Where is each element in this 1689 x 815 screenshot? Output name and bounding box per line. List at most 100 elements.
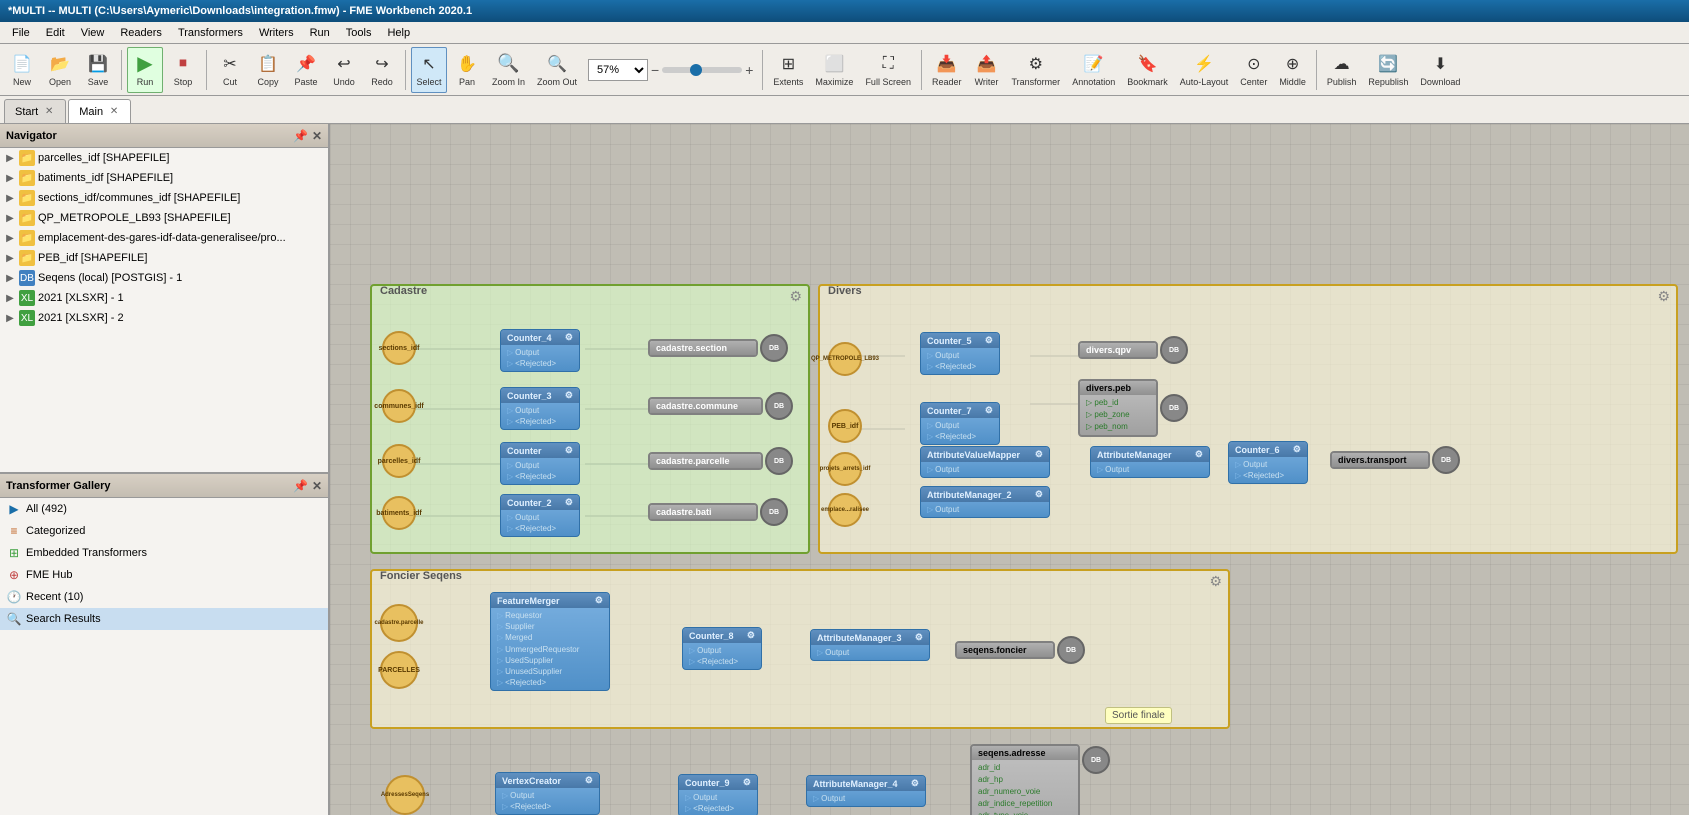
open-button[interactable]: 📂 Open	[42, 47, 78, 93]
publish-button[interactable]: ☁ Publish	[1322, 47, 1362, 93]
navigator-pin-icon[interactable]: 📌	[293, 129, 308, 143]
menu-run[interactable]: Run	[302, 25, 338, 41]
menu-readers[interactable]: Readers	[112, 25, 170, 41]
nav-item-peb[interactable]: ▶ 📁 PEB_idf [SHAPEFILE]	[0, 248, 328, 268]
transformer-counter9[interactable]: Counter_9 ⚙ ▷ Output ▷ <Rejected>	[678, 774, 758, 815]
reader-button[interactable]: 📥 Reader	[927, 47, 967, 93]
transformer-counter5[interactable]: Counter_5 ⚙ ▷ Output ▷ <Rejected>	[920, 332, 1000, 375]
reader-parcelles-idf[interactable]: parcelles_idf	[382, 444, 416, 478]
zoom-plus[interactable]: +	[745, 62, 753, 78]
menu-writers[interactable]: Writers	[251, 25, 302, 41]
pan-button[interactable]: ✋ Pan	[449, 47, 485, 93]
reader-qp-metro[interactable]: QP_METROPOLE_LB93	[828, 342, 862, 376]
auto-layout-button[interactable]: ⚡ Auto-Layout	[1175, 47, 1234, 93]
reader-sections-idf[interactable]: sections_idf	[382, 331, 416, 365]
zoom-slider[interactable]	[662, 67, 742, 73]
zoom-in-button[interactable]: 🔍 Zoom In	[487, 47, 530, 93]
gallery-all[interactable]: ▶ All (492)	[0, 498, 328, 520]
transformer-counter4[interactable]: Counter_4 ⚙ ▷ Output ▷ <Rejected>	[500, 329, 580, 372]
transformer-attr-val-mapper[interactable]: AttributeValueMapper ⚙ ▷ Output	[920, 446, 1050, 478]
transformer-attr-mgr-2[interactable]: AttributeManager_2 ⚙ ▷ Output	[920, 486, 1050, 518]
transformer-counter8[interactable]: Counter_8 ⚙ ▷ Output ▷ <Rejected>	[682, 627, 762, 670]
writer-cadastre-section[interactable]: cadastre.section DB	[648, 334, 788, 362]
nav-item-parcelles[interactable]: ▶ 📁 parcelles_idf [SHAPEFILE]	[0, 148, 328, 168]
stop-button[interactable]: ⏹ Stop	[165, 47, 201, 93]
transformer-counter2[interactable]: Counter_2 ⚙ ▷ Output ▷ <Rejected>	[500, 494, 580, 537]
cut-button[interactable]: ✂ Cut	[212, 47, 248, 93]
new-button[interactable]: 📄 New	[4, 47, 40, 93]
transformer-counter3[interactable]: Counter_3 ⚙ ▷ Output ▷ <Rejected>	[500, 387, 580, 430]
nav-item-seqens[interactable]: ▶ DB Seqens (local) [POSTGIS] - 1	[0, 268, 328, 288]
writer-cadastre-parcelle[interactable]: cadastre.parcelle DB	[648, 447, 793, 475]
select-button[interactable]: ↖ Select	[411, 47, 447, 93]
gallery-search-results[interactable]: 🔍 Search Results	[0, 608, 328, 630]
gallery-close-icon[interactable]: ✕	[312, 479, 322, 493]
nav-item-2021-1[interactable]: ▶ XL 2021 [XLSXR] - 1	[0, 288, 328, 308]
nav-item-batiments[interactable]: ▶ 📁 batiments_idf [SHAPEFILE]	[0, 168, 328, 188]
reader-projets-arrets[interactable]: projets_arrets_idf	[828, 452, 862, 486]
reader-peb-idf[interactable]: PEB_idf	[828, 409, 862, 443]
menu-view[interactable]: View	[73, 25, 113, 41]
transformer-attr-mgr3[interactable]: AttributeManager_3 ⚙ ▷ Output	[810, 629, 930, 661]
nav-item-sections[interactable]: ▶ 📁 sections_idf/communes_idf [SHAPEFILE…	[0, 188, 328, 208]
transformer-attr-mgr4[interactable]: AttributeManager_4 ⚙ ▷ Output	[806, 775, 926, 807]
writer-cadastre-bati[interactable]: cadastre.bati DB	[648, 498, 788, 526]
maximize-button[interactable]: ⬜ Maximize	[810, 47, 858, 93]
writer-seqens-adresse[interactable]: seqens.adresse adr_id adr_hp adr_numero_…	[970, 744, 1110, 815]
menu-tools[interactable]: Tools	[338, 25, 380, 41]
reader-batiments-idf[interactable]: batiments_idf	[382, 496, 416, 530]
copy-button[interactable]: 📋 Copy	[250, 47, 286, 93]
tab-main-close[interactable]: ✕	[108, 106, 120, 118]
menu-help[interactable]: Help	[379, 25, 418, 41]
reader-communes-idf[interactable]: communes_idf	[382, 389, 416, 423]
gallery-embedded[interactable]: ⊞ Embedded Transformers	[0, 542, 328, 564]
fullscreen-button[interactable]: ⛶ Full Screen	[860, 47, 916, 93]
tab-main[interactable]: Main ✕	[68, 99, 131, 123]
gallery-pin-icon[interactable]: 📌	[293, 479, 308, 493]
run-button[interactable]: ▶ Run	[127, 47, 163, 93]
annotation-button[interactable]: 📝 Annotation	[1067, 47, 1120, 93]
writer-seqens-foncier[interactable]: seqens.foncier DB	[955, 636, 1085, 664]
paste-button[interactable]: 📌 Paste	[288, 47, 324, 93]
zoom-select[interactable]: 57% 100% 150%	[588, 59, 648, 81]
bookmark-button[interactable]: 🔖 Bookmark	[1122, 47, 1173, 93]
download-button[interactable]: ⬇ Download	[1415, 47, 1465, 93]
writer-button[interactable]: 📤 Writer	[969, 47, 1005, 93]
navigator-close-icon[interactable]: ✕	[312, 129, 322, 143]
writer-divers-transport[interactable]: divers.transport DB	[1330, 446, 1460, 474]
nav-item-emplacement[interactable]: ▶ 📁 emplacement-des-gares-idf-data-gener…	[0, 228, 328, 248]
transformer-counter6[interactable]: Counter_6 ⚙ ▷ Output ▷ <Rejected>	[1228, 441, 1308, 484]
nav-item-qp[interactable]: ▶ 📁 QP_METROPOLE_LB93 [SHAPEFILE]	[0, 208, 328, 228]
divers-settings-icon[interactable]: ⚙	[1657, 288, 1670, 305]
writer-divers-qpv[interactable]: divers.qpv DB	[1078, 336, 1188, 364]
menu-transformers[interactable]: Transformers	[170, 25, 251, 41]
zoom-minus[interactable]: −	[651, 62, 659, 78]
tab-start[interactable]: Start ✕	[4, 99, 66, 123]
canvas-area[interactable]: Cadastre ⚙ sections_idf communes_idf par…	[330, 124, 1689, 815]
transformer-feature-merger[interactable]: FeatureMerger ⚙ ▷ Requestor ▷ Supplier ▷…	[490, 592, 610, 691]
redo-button[interactable]: ↪ Redo	[364, 47, 400, 93]
transformer-counter[interactable]: Counter ⚙ ▷ Output ▷ <Rejected>	[500, 442, 580, 485]
reader-emplace-ralisee[interactable]: emplace...ralisee	[828, 493, 862, 527]
foncier-settings-icon[interactable]: ⚙	[1209, 573, 1222, 590]
zoom-out-button[interactable]: 🔍 Zoom Out	[532, 47, 582, 93]
menu-file[interactable]: File	[4, 25, 38, 41]
extents-button[interactable]: ⊞ Extents	[768, 47, 808, 93]
writer-cadastre-commune[interactable]: cadastre.commune DB	[648, 392, 793, 420]
undo-button[interactable]: ↩ Undo	[326, 47, 362, 93]
transformer-counter7[interactable]: Counter_7 ⚙ ▷ Output ▷ <Rejected>	[920, 402, 1000, 445]
gallery-recent[interactable]: 🕐 Recent (10)	[0, 586, 328, 608]
reader-parcelles[interactable]: PARCELLES	[380, 651, 418, 689]
republish-button[interactable]: 🔄 Republish	[1363, 47, 1413, 93]
transformer-attr-mgr[interactable]: AttributeManager ⚙ ▷ Output	[1090, 446, 1210, 478]
tab-start-close[interactable]: ✕	[43, 106, 55, 118]
reader-cadastre-parcelle-f[interactable]: cadastre.parcelle	[380, 604, 418, 642]
gallery-hub[interactable]: ⊕ FME Hub	[0, 564, 328, 586]
canvas[interactable]: Cadastre ⚙ sections_idf communes_idf par…	[330, 124, 1689, 815]
transformer-button[interactable]: ⚙ Transformer	[1007, 47, 1066, 93]
middle-button[interactable]: ⊕ Middle	[1274, 47, 1311, 93]
writer-divers-peb[interactable]: divers.peb ▷ peb_id ▷ peb_zone ▷ peb_nom…	[1078, 379, 1188, 437]
menu-edit[interactable]: Edit	[38, 25, 73, 41]
transformer-vertex-creator[interactable]: VertexCreator ⚙ ▷ Output ▷ <Rejected>	[495, 772, 600, 815]
gallery-categorized[interactable]: ≡ Categorized	[0, 520, 328, 542]
